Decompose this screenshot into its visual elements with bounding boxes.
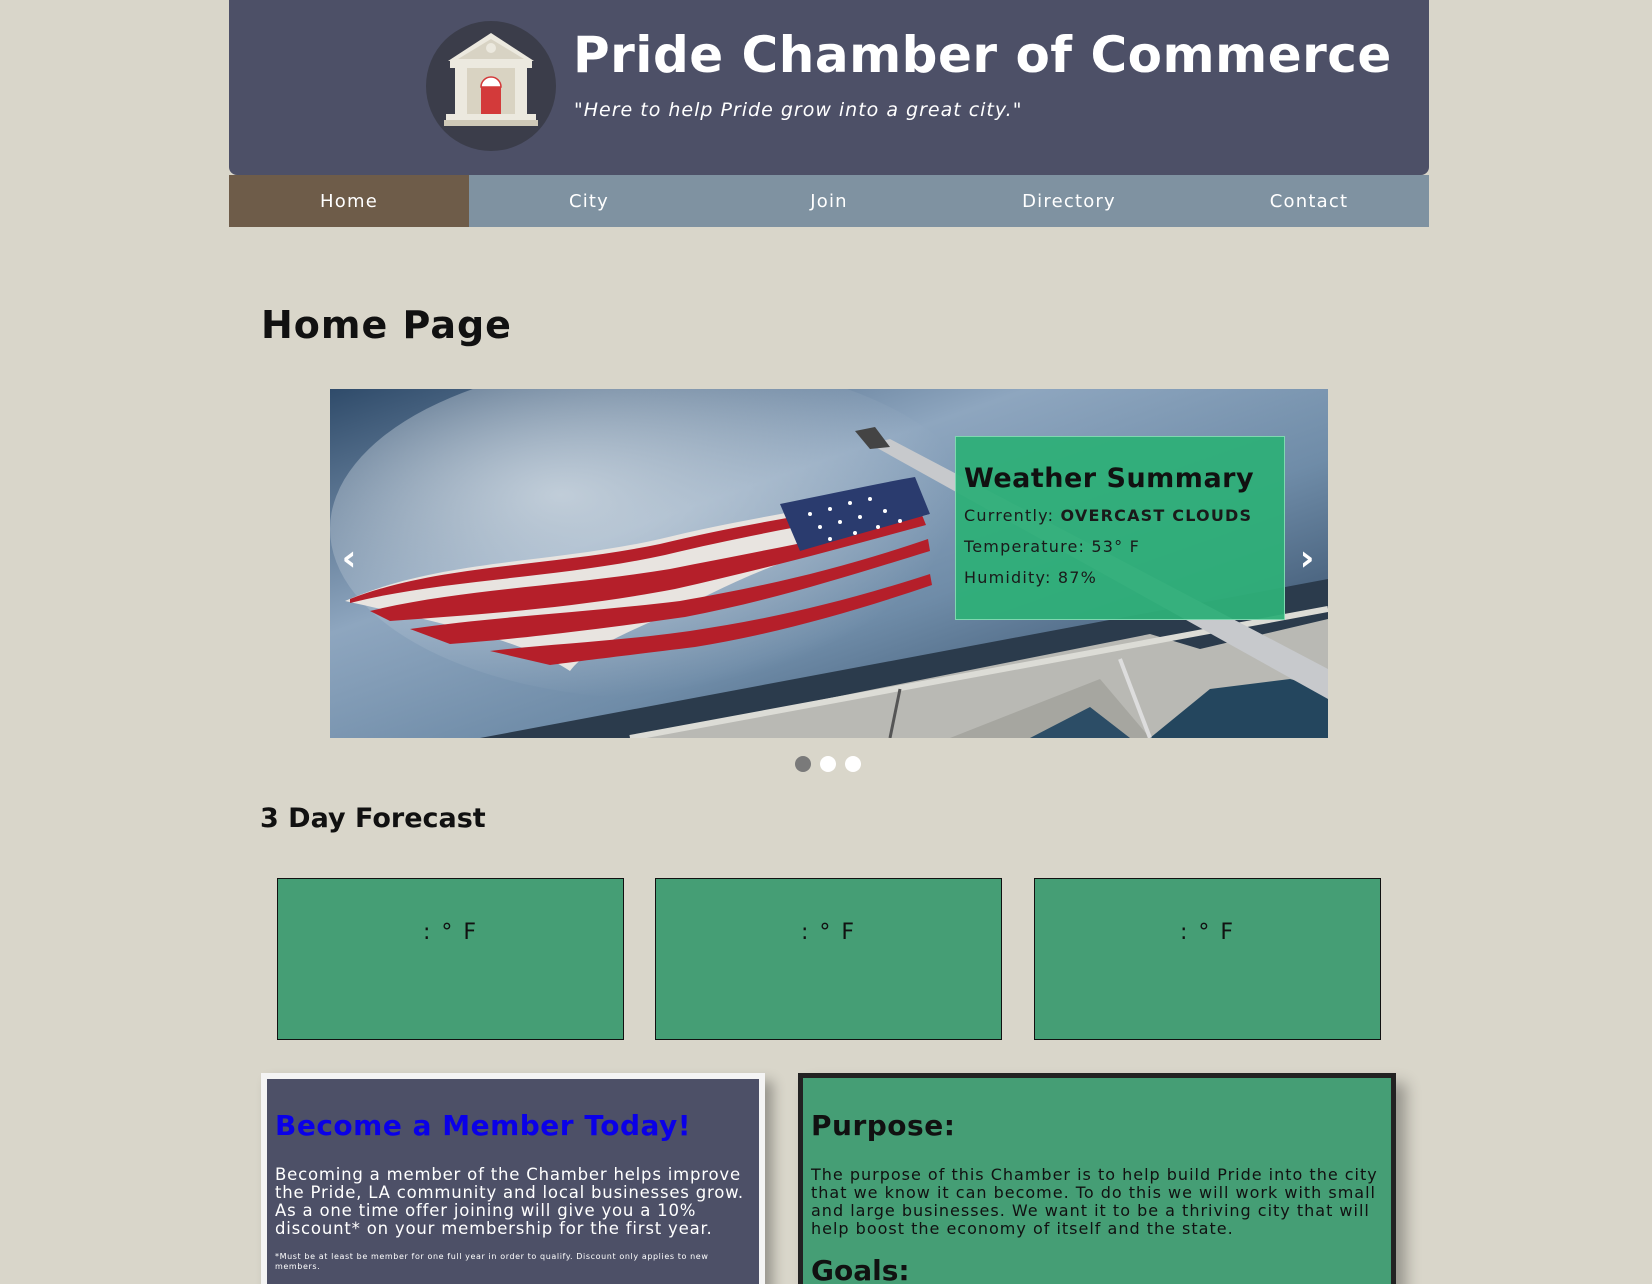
nav-item-home[interactable]: Home <box>229 175 469 227</box>
forecast-day-2: : ° F <box>655 878 1002 1040</box>
weather-humidity: Humidity: 87% <box>964 568 1098 587</box>
nav-item-contact[interactable]: Contact <box>1189 175 1429 227</box>
main-nav: Home City Join Directory Contact <box>229 175 1429 227</box>
goals-title: Goals: <box>811 1254 910 1284</box>
page-container: Pride Chamber of Commerce "Here to help … <box>229 0 1429 1284</box>
page-title: Home Page <box>261 303 512 347</box>
become-member-card: Become a Member Today! Becoming a member… <box>261 1073 765 1284</box>
weather-summary-panel: Weather Summary Currently: OVERCAST CLOU… <box>955 436 1285 620</box>
member-body: Becoming a member of the Chamber helps i… <box>275 1165 744 1238</box>
forecast-day-1: : ° F <box>277 878 624 1040</box>
forecast-title: 3 Day Forecast <box>260 803 486 834</box>
nav-item-city[interactable]: City <box>469 175 709 227</box>
chamber-building-logo-icon <box>426 21 556 151</box>
slide-dots <box>795 756 861 772</box>
purpose-title: Purpose: <box>811 1109 956 1142</box>
forecast-day-3: : ° F <box>1034 878 1381 1040</box>
purpose-card: Purpose: The purpose of this Chamber is … <box>798 1073 1396 1284</box>
slide-dot-3[interactable] <box>845 756 861 772</box>
member-fine-print: *Must be at least be member for one full… <box>275 1252 709 1271</box>
nav-item-directory[interactable]: Directory <box>949 175 1189 227</box>
slide-prev-button[interactable]: ‹ <box>334 539 364 579</box>
weather-currently-label: Currently: <box>964 506 1055 525</box>
weather-temperature: Temperature: 53° F <box>964 537 1141 556</box>
slideshow: ‹ › Weather Summary Currently: OVERCAST … <box>330 389 1328 738</box>
site-header: Pride Chamber of Commerce "Here to help … <box>229 0 1429 175</box>
site-tagline: "Here to help Pride grow into a great ci… <box>574 99 1023 121</box>
slide-next-button[interactable]: › <box>1292 539 1322 579</box>
slide-dot-2[interactable] <box>820 756 836 772</box>
weather-currently-value: OVERCAST CLOUDS <box>1060 506 1253 525</box>
site-title: Pride Chamber of Commerce <box>573 26 1392 84</box>
purpose-body: The purpose of this Chamber is to help b… <box>811 1165 1378 1238</box>
weather-currently: Currently: OVERCAST CLOUDS <box>964 506 1276 525</box>
nav-item-join[interactable]: Join <box>709 175 949 227</box>
member-title: Become a Member Today! <box>275 1109 692 1142</box>
slide-dot-1[interactable] <box>795 756 811 772</box>
weather-summary-title: Weather Summary <box>964 463 1255 494</box>
